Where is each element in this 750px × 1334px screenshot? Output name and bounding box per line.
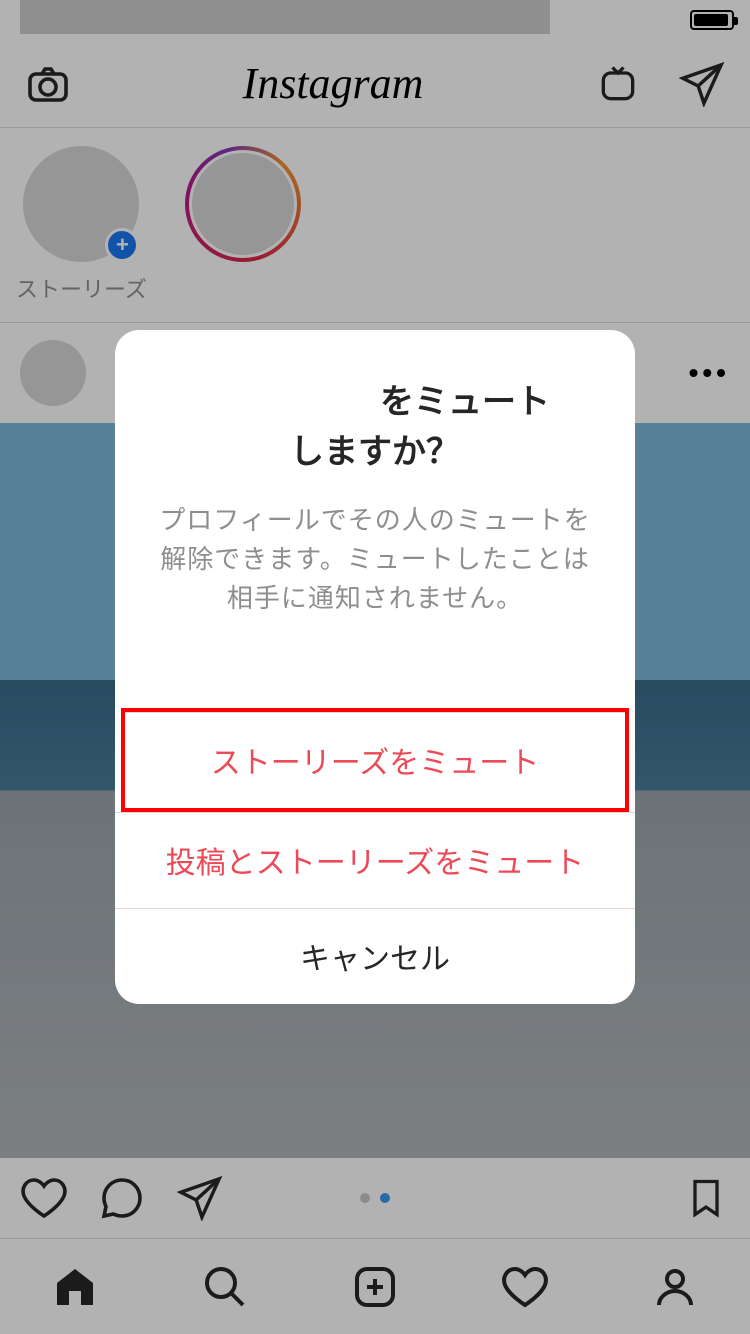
dialog-title: をミュート しますか？ <box>151 378 599 477</box>
dialog-title-line2: しますか？ <box>290 433 460 471</box>
mute-dialog: をミュート しますか？ プロフィールでその人のミュートを解除できます。ミュートし… <box>115 330 635 1004</box>
modal-overlay[interactable]: をミュート しますか？ プロフィールでその人のミュートを解除できます。ミュートし… <box>0 0 750 1334</box>
dialog-header: をミュート しますか？ プロフィールでその人のミュートを解除できます。ミュートし… <box>115 330 635 658</box>
dialog-title-line1: をミュート <box>380 383 550 421</box>
cancel-button[interactable]: キャンセル <box>115 908 635 1004</box>
mute-posts-stories-button[interactable]: 投稿とストーリーズをミュート <box>115 812 635 908</box>
highlight-annotation: ストーリーズをミュート <box>121 708 629 812</box>
dialog-description: プロフィールでその人のミュートを解除できます。ミュートしたことは相手に通知されま… <box>151 501 599 618</box>
mute-stories-button[interactable]: ストーリーズをミュート <box>125 712 625 808</box>
